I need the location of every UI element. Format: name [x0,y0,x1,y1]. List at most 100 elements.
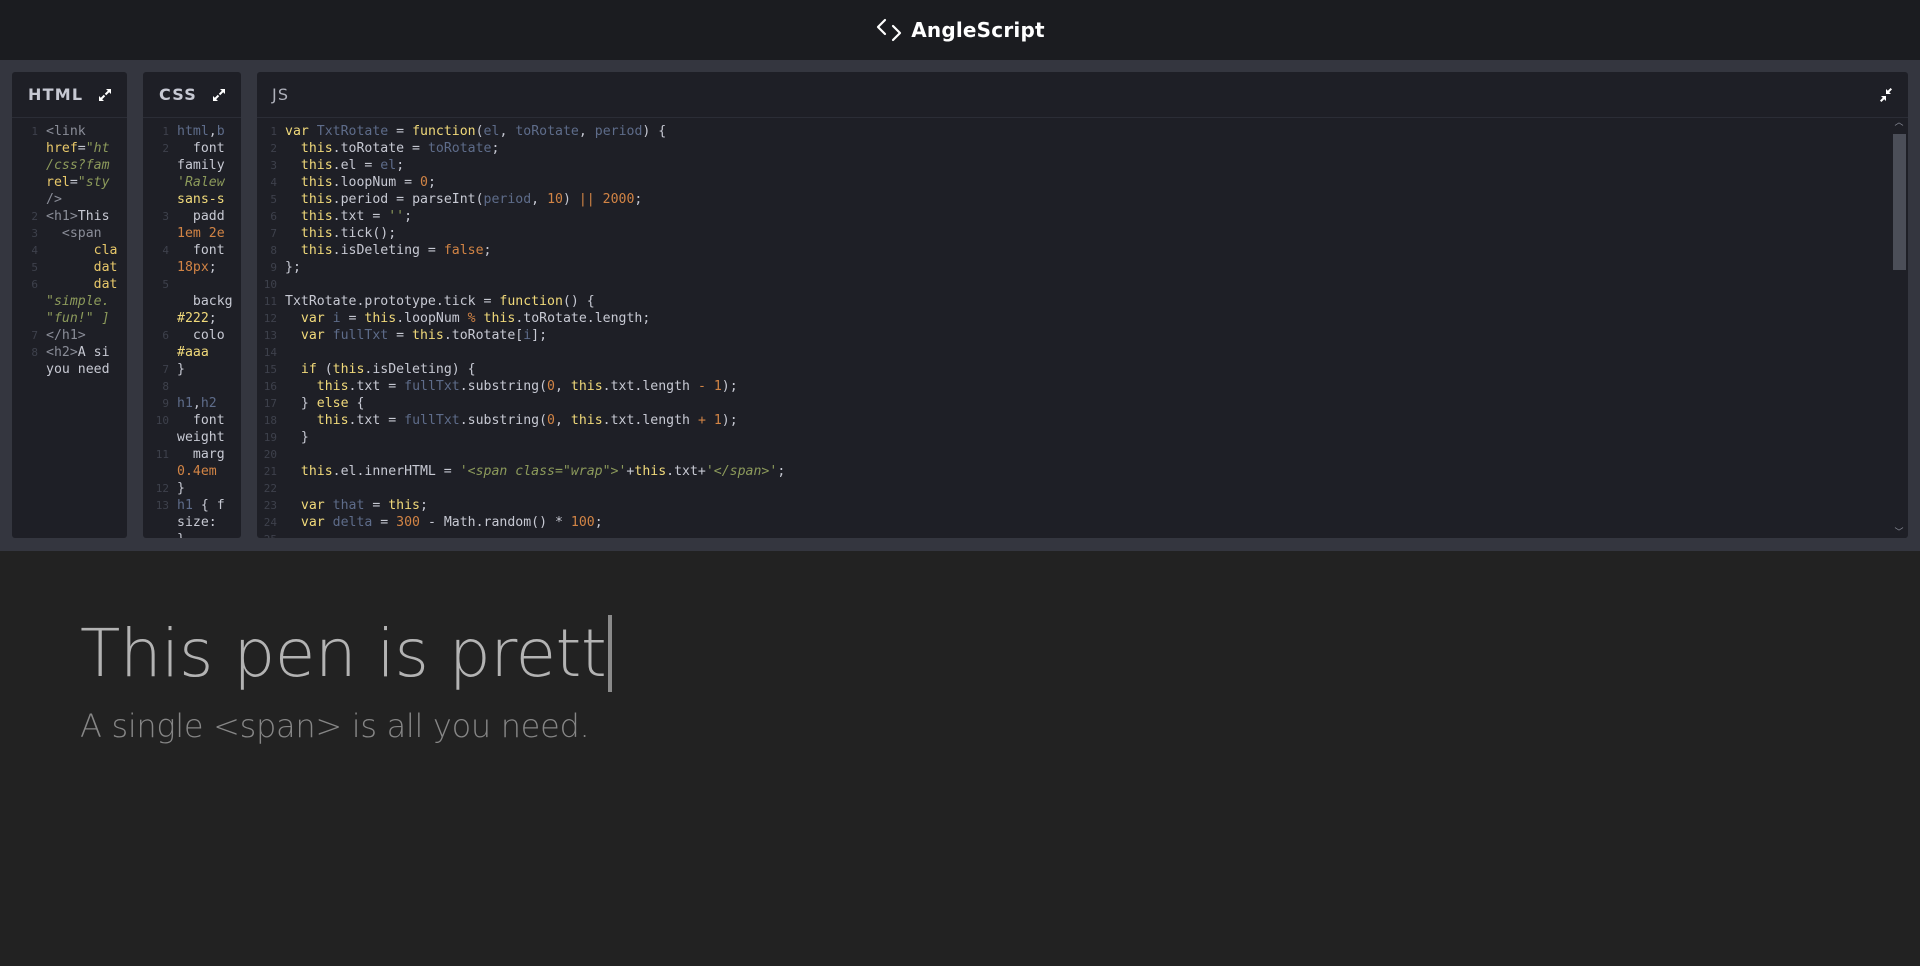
html-pane[interactable]: HTML 1 <link href="ht/css?fam rel="sty/> 2 <h… [12,72,127,538]
code-token: fullTxt [332,328,389,343]
code-token: , [578,124,595,139]
code-token: = [483,294,500,309]
code-token: 100 [570,515,595,530]
code-token: ; [491,141,500,156]
code-text: size: [177,514,217,531]
line-number [143,225,177,242]
code-text: backg [177,293,233,310]
line-number: 20 [263,448,277,461]
js-scrollbar[interactable]: ︿ ﹀ [1892,118,1906,538]
code-token: 10 [547,192,563,207]
line-number [143,463,177,480]
line-number: 10 [155,414,169,427]
code-token: fullTxt [404,379,460,394]
code-text: <link [46,123,86,140]
code-token: false [443,243,484,258]
preview-heading: This pen is prett [80,615,613,695]
code-token: <h2> [46,345,78,360]
code-token: + [697,464,706,479]
code-token: weight [177,430,225,445]
code-token: = [388,379,405,394]
code-token: parseInt( [412,192,484,207]
code-token: .toRotate.length; [515,311,651,326]
brand-logo[interactable]: AngleScript [875,16,1045,44]
line-number: 3 [31,227,38,240]
code-text: } [177,480,185,497]
code-token: , [555,413,571,428]
code-token: toRotate [427,141,492,156]
collapse-icon[interactable] [1878,87,1894,103]
code-line: 18px; [143,259,241,276]
code-text: "simple. [46,293,110,310]
line-number [12,157,46,174]
code-text: font [177,242,225,259]
line-number: 6 [270,210,277,223]
code-token: { f [192,498,225,513]
code-token: .loopNum [332,175,405,190]
code-token: .tick(); [332,226,397,241]
line-number: 21 [263,465,277,478]
code-token: .txt [666,464,698,479]
html-pane-title: HTML [28,85,84,104]
code-token: = [69,175,78,190]
js-pane[interactable]: JS 1 var TxtRotate = function(el, toRotat… [257,72,1908,538]
code-brackets-icon [875,16,903,44]
code-text: family [177,157,225,174]
expand-icon[interactable] [211,87,227,103]
code-token: this [285,209,333,224]
code-token: .txt [348,379,389,394]
line-number: 22 [263,482,277,495]
code-line: 5 dat [12,259,127,276]
code-line: 23 var that = this; [257,497,1908,514]
line-number: 4 [31,244,38,257]
code-token: A si [77,345,110,360]
code-line: 7 this.tick(); [257,225,1908,242]
line-number: 25 [257,531,285,538]
css-pane[interactable]: CSS 1 html,b 2 font family 'Ralew sans-s 3 pad… [143,72,241,538]
js-code-editor[interactable]: 1 var TxtRotate = function(el, toRotate, … [257,118,1908,538]
code-text: }; [285,259,301,276]
line-number: 4 [270,176,277,189]
expand-icon[interactable] [97,87,113,103]
code-token: "fun!" ] [46,311,110,326]
code-token: ; [634,192,643,207]
code-token: var [285,311,333,326]
code-token: 0 [547,413,555,428]
code-token: % [467,311,484,326]
line-number: 1 [162,125,169,138]
code-line: you need [12,361,127,378]
code-token: you need [46,362,110,377]
code-text: 1em 2e [177,225,225,242]
css-code-editor[interactable]: 1 html,b 2 font family 'Ralew sans-s 3 padd 1em… [143,118,241,538]
code-text: if (this.isDeleting) { [285,361,476,378]
code-line: 24 var delta = 300 - Math.random() * 100… [257,514,1908,531]
scroll-up-arrow-icon[interactable]: ︿ [1894,118,1904,128]
code-token: = [372,515,397,530]
code-token: this [364,311,397,326]
html-code-editor[interactable]: 1 <link href="ht/css?fam rel="sty/> 2 <h1>Thi… [12,118,127,538]
code-token: this [285,464,333,479]
line-number: 3 [270,159,277,172]
code-line: 8 [143,378,241,395]
code-text: <h1>This [46,208,110,225]
line-number [143,191,177,208]
code-token: , [499,124,516,139]
js-pane-header: JS [257,72,1908,118]
code-text: this.el.innerHTML = '<span class="wrap">… [285,463,785,480]
line-number [143,157,177,174]
code-token: ( [475,124,484,139]
line-number [143,429,177,446]
code-token: this [285,379,349,394]
app-name: AngleScript [911,18,1045,42]
scroll-down-arrow-icon[interactable]: ﹀ [1894,528,1904,538]
code-token: () { [562,294,595,309]
line-number [143,514,177,531]
code-token: 1em 2e [177,226,225,241]
code-text: this.txt = ''; [285,208,412,225]
scroll-thumb[interactable] [1893,134,1906,270]
code-token: this [285,413,349,428]
code-line: 19 } [257,429,1908,446]
line-number: 12 [263,312,277,325]
code-text: font [177,140,225,157]
code-token: '' [388,209,405,224]
